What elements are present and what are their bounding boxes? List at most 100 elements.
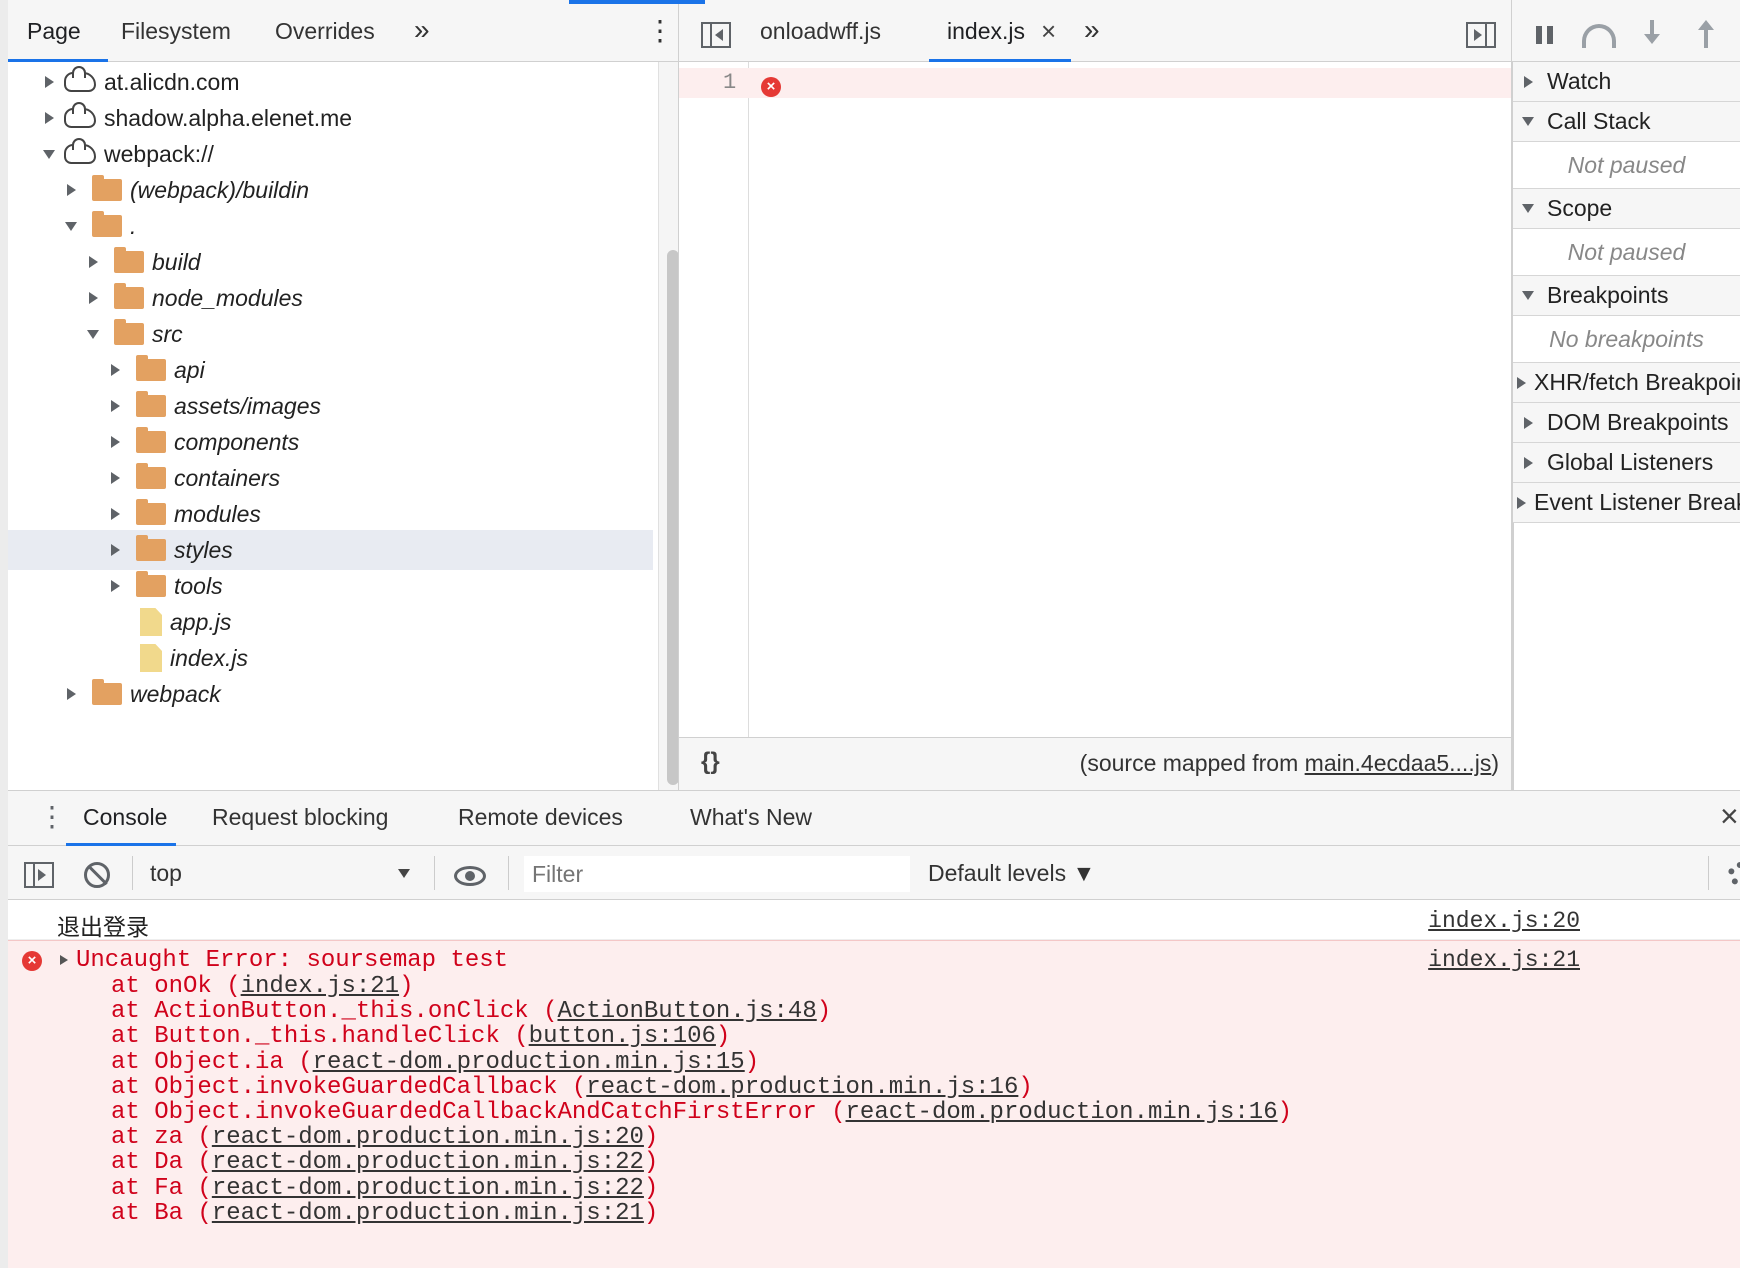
toggle-navigator-icon[interactable] [701, 22, 731, 48]
stack-frame-end: ) [816, 998, 832, 1026]
tree-item[interactable]: api [8, 350, 653, 390]
tab-index-js[interactable]: index.js × [929, 8, 1071, 62]
debugger-section-label: Call Stack [1547, 108, 1651, 134]
debugger-section-header[interactable]: Event Listener Breakpoints [1513, 483, 1740, 523]
debugger-section-header[interactable]: Call Stack [1513, 102, 1740, 142]
error-source-link[interactable]: index.js:21 [1428, 947, 1580, 973]
toggle-debugger-icon[interactable] [1466, 22, 1496, 48]
tab-remote-devices[interactable]: Remote devices [458, 804, 623, 831]
drawer-menu-icon[interactable]: ⋮ [38, 800, 66, 833]
pretty-print-button[interactable]: {} [701, 748, 720, 776]
close-drawer-icon[interactable]: × [1720, 798, 1739, 835]
tab-console-label: Console [83, 804, 168, 830]
more-editor-tabs-icon[interactable]: » [1084, 14, 1100, 46]
navigator-pane: Page Filesystem Overrides » ⋮ at.alicdn.… [0, 0, 686, 790]
debugger-section-header[interactable]: Scope [1513, 189, 1740, 229]
tree-toggle[interactable] [82, 329, 104, 339]
tree-item[interactable]: styles [8, 530, 653, 570]
tree-toggle[interactable] [104, 436, 126, 448]
tree-toggle[interactable] [82, 292, 104, 304]
stack-frame-link[interactable]: react-dom.production.min.js:16 [846, 1099, 1278, 1126]
stack-frame-link[interactable]: ActionButton.js:48 [557, 998, 816, 1025]
tab-index-js-label: index.js [947, 18, 1025, 44]
tree-toggle[interactable] [104, 400, 126, 412]
tree-toggle[interactable] [104, 544, 126, 556]
stack-frame-function: at ActionButton._this.onClick ( [111, 998, 558, 1026]
tree-item-label: app.js [170, 608, 232, 635]
source-map-link[interactable]: main.4ecdaa5....js [1305, 750, 1492, 776]
tree-toggle[interactable] [104, 364, 126, 376]
stack-frame-end: ) [643, 1149, 659, 1177]
tab-console[interactable]: Console [66, 790, 176, 846]
tab-page[interactable]: Page [8, 8, 108, 62]
tree-toggle[interactable] [60, 688, 82, 700]
tree-item[interactable]: webpack:// [8, 134, 653, 174]
pause-icon[interactable] [1536, 26, 1554, 44]
show-sidebar-icon[interactable] [24, 862, 54, 888]
stack-frame-link[interactable]: react-dom.production.min.js:21 [212, 1200, 644, 1227]
folder-icon [114, 319, 144, 345]
stack-frame-link[interactable]: react-dom.production.min.js:22 [212, 1149, 644, 1176]
tab-overrides[interactable]: Overrides [275, 18, 375, 45]
context-selector[interactable]: top [144, 856, 420, 890]
tab-whats-new[interactable]: What's New [690, 804, 812, 831]
tree-item[interactable]: tools [8, 566, 653, 606]
chevron-right-icon [44, 76, 54, 88]
debugger-section-header[interactable]: Global Listeners [1513, 443, 1740, 483]
navigator-menu-icon[interactable]: ⋮ [646, 14, 674, 47]
tab-page-label: Page [27, 18, 81, 44]
debugger-section-header[interactable]: XHR/fetch Breakpoints [1513, 363, 1740, 403]
console-filter-input[interactable] [524, 856, 910, 892]
section-toggle [1517, 416, 1539, 429]
stack-frame-link[interactable]: react-dom.production.min.js:16 [586, 1074, 1018, 1101]
tree-toggle[interactable] [38, 112, 60, 124]
tree-toggle[interactable] [38, 76, 60, 88]
debugger-section-header[interactable]: Breakpoints [1513, 276, 1740, 316]
tree-item[interactable]: (webpack)/buildin [8, 170, 653, 210]
tree-toggle[interactable] [38, 149, 60, 159]
tree-item[interactable]: shadow.alpha.elenet.me [8, 98, 653, 138]
tree-item[interactable]: at.alicdn.com [8, 62, 653, 102]
debugger-section-header[interactable]: Watch [1513, 62, 1740, 102]
tab-request-blocking[interactable]: Request blocking [212, 804, 388, 831]
stack-frame-link[interactable]: button.js:106 [529, 1023, 716, 1050]
tree-item[interactable]: node_modules [8, 278, 653, 318]
stack-frame-link[interactable]: react-dom.production.min.js:22 [212, 1175, 644, 1202]
tree-toggle[interactable] [82, 256, 104, 268]
step-out-icon[interactable] [1698, 20, 1714, 50]
log-levels-dropdown[interactable]: Default levels ▼ [928, 860, 1095, 887]
tab-filesystem[interactable]: Filesystem [121, 18, 231, 45]
tab-onloadwff[interactable]: onloadwff.js [760, 18, 881, 45]
live-expression-eye-icon[interactable] [454, 866, 486, 886]
tree-toggle[interactable] [104, 508, 126, 520]
stack-frame-link[interactable]: react-dom.production.min.js:15 [313, 1049, 745, 1076]
tree-item[interactable]: containers [8, 458, 653, 498]
log-source-link[interactable]: index.js:20 [1428, 908, 1580, 934]
tree-item[interactable]: . [8, 206, 653, 246]
tree-item[interactable]: src [8, 314, 653, 354]
more-tabs-icon[interactable]: » [414, 14, 430, 46]
stack-frame: at Fa (react-dom.production.min.js:22) [111, 1175, 658, 1202]
tree-item-label: assets/images [174, 392, 322, 419]
tree-item[interactable]: build [8, 242, 653, 282]
error-icon[interactable]: × [761, 77, 781, 97]
clear-console-icon[interactable] [84, 862, 110, 888]
expand-error-icon[interactable] [60, 955, 68, 965]
tree-toggle[interactable] [104, 472, 126, 484]
stack-frame-link[interactable]: react-dom.production.min.js:20 [212, 1124, 644, 1151]
tree-toggle[interactable] [60, 184, 82, 196]
chevron-right-icon [88, 256, 98, 268]
tree-item[interactable]: index.js [8, 638, 653, 678]
tree-item[interactable]: webpack [8, 674, 653, 714]
tree-toggle[interactable] [104, 580, 126, 592]
tree-item[interactable]: app.js [8, 602, 653, 642]
toolbar-separator-4 [1708, 856, 1709, 890]
close-tab-icon[interactable]: × [1041, 16, 1056, 47]
debugger-section-header[interactable]: DOM Breakpoints [1513, 403, 1740, 443]
tree-toggle[interactable] [60, 221, 82, 231]
step-into-icon[interactable] [1644, 20, 1660, 50]
tree-item[interactable]: assets/images [8, 386, 653, 426]
tree-item[interactable]: components [8, 422, 653, 462]
stack-frame-link[interactable]: index.js:21 [241, 973, 399, 1000]
tree-item[interactable]: modules [8, 494, 653, 534]
